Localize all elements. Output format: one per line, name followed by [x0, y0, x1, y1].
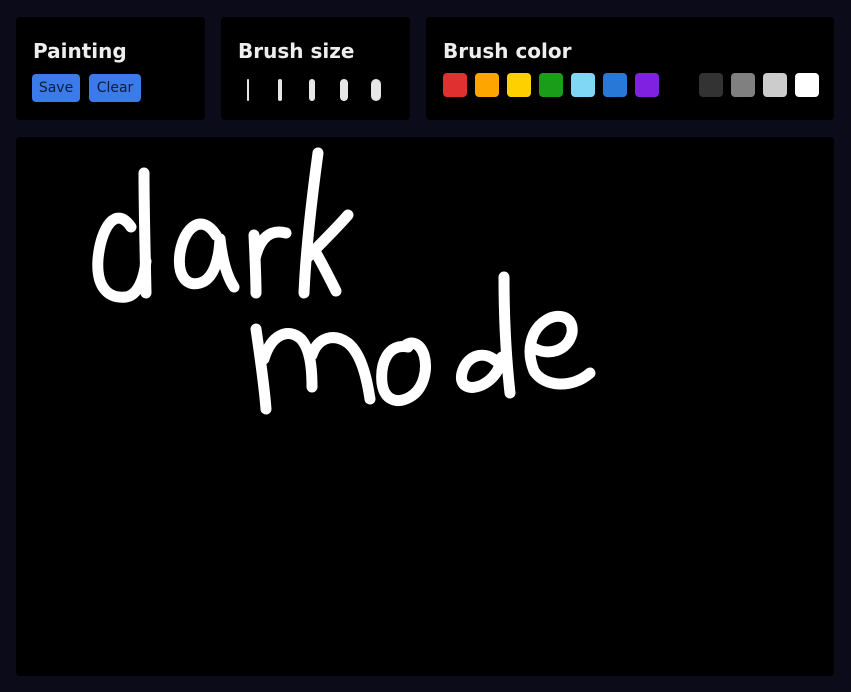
save-button[interactable]: Save	[32, 74, 80, 102]
drawn-stroke	[214, 233, 240, 293]
color-swatch-white[interactable]	[795, 73, 819, 97]
canvas-panel	[16, 137, 834, 676]
brush-size-bar	[371, 78, 381, 101]
brush-size-bar	[247, 78, 249, 101]
drawn-stroke	[524, 310, 596, 390]
brush-size-bar	[278, 78, 282, 101]
brush-size-option-1[interactable]	[238, 77, 258, 102]
color-swatch-light-blue[interactable]	[571, 73, 595, 97]
drawn-stroke	[455, 349, 508, 393]
color-swatch-red[interactable]	[443, 73, 467, 97]
drawn-stroke	[298, 147, 324, 299]
drawn-stroke	[250, 323, 272, 415]
brush-color-panel: Brush color	[426, 17, 834, 120]
color-swatch-gray[interactable]	[731, 73, 755, 97]
drawn-stroke	[92, 212, 152, 303]
drawn-stroke	[306, 332, 376, 405]
color-swatch-green[interactable]	[539, 73, 563, 97]
color-swatch-yellow[interactable]	[507, 73, 531, 97]
drawn-stroke	[173, 218, 226, 290]
painting-title: Painting	[33, 39, 127, 63]
brush-size-option-3[interactable]	[302, 77, 322, 102]
brush-size-option-4[interactable]	[334, 77, 354, 102]
color-swatch-orange[interactable]	[475, 73, 499, 97]
drawn-stroke	[498, 271, 516, 399]
color-swatch-purple[interactable]	[635, 73, 659, 97]
color-swatch-light-gray[interactable]	[763, 73, 787, 97]
drawing-canvas[interactable]	[16, 137, 834, 676]
drawn-stroke	[310, 247, 342, 297]
brush-size-bar	[309, 78, 315, 101]
brush-size-option-5[interactable]	[366, 77, 386, 102]
drawn-stroke	[138, 167, 152, 299]
brush-size-title: Brush size	[238, 39, 355, 63]
brush-size-panel: Brush size	[221, 17, 410, 120]
brush-size-option-2[interactable]	[270, 77, 290, 102]
color-swatch-dark-gray[interactable]	[699, 73, 723, 97]
painting-panel: Painting Save Clear	[16, 17, 205, 120]
clear-button[interactable]: Clear	[89, 74, 141, 102]
color-swatch-blue[interactable]	[603, 73, 627, 97]
brush-color-title: Brush color	[443, 39, 572, 63]
brush-size-bar	[340, 78, 348, 101]
drawn-stroke	[376, 337, 431, 406]
drawn-stroke	[249, 226, 292, 265]
drawn-stroke	[258, 328, 318, 393]
